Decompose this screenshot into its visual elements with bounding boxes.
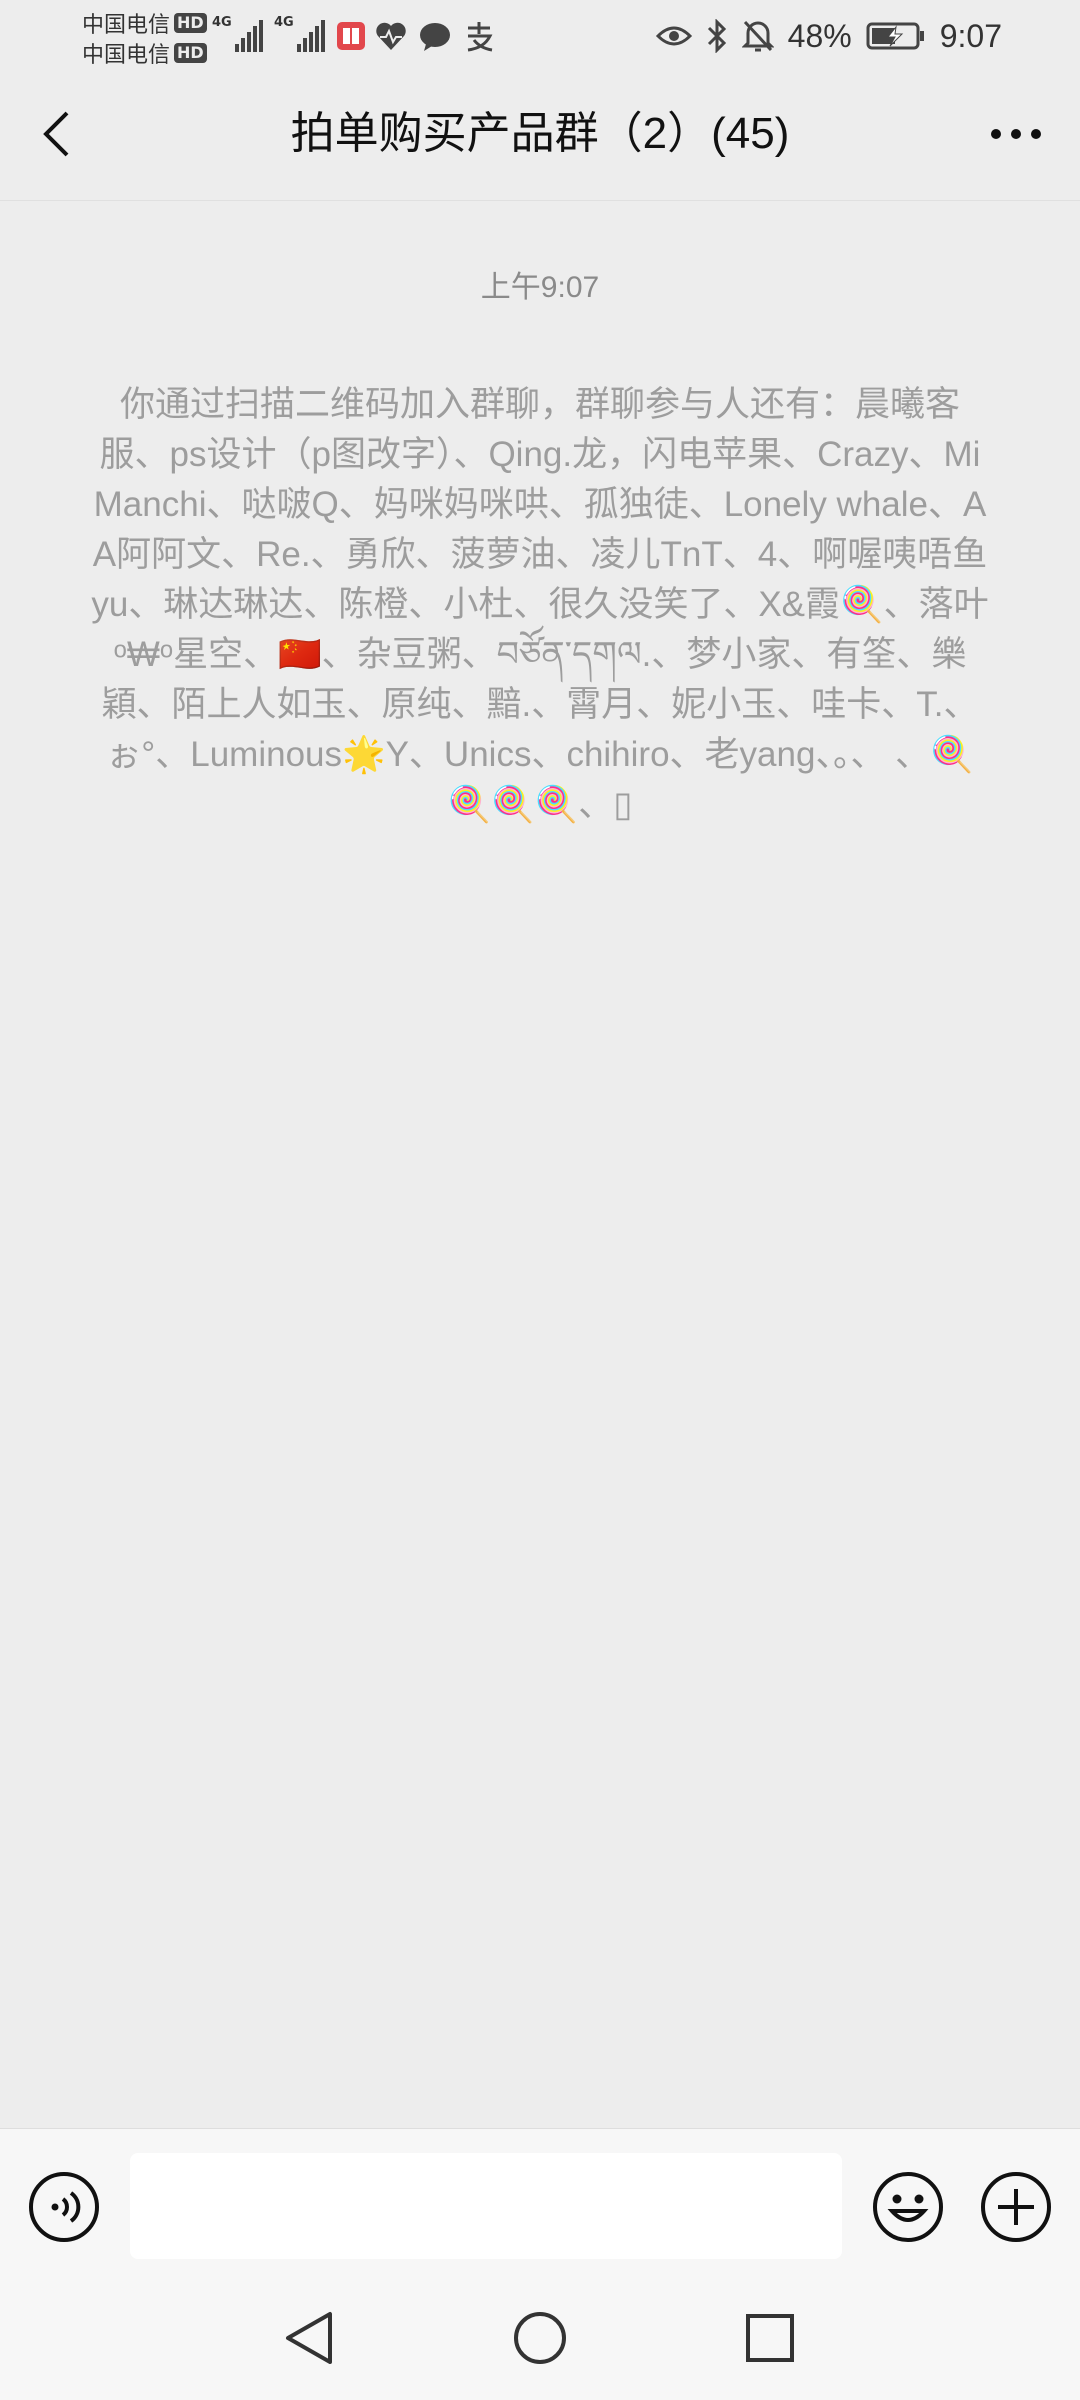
nav-back-icon[interactable] [280, 2308, 340, 2368]
bluetooth-icon [707, 19, 726, 53]
chat-header: 拍单购买产品群（2）(45) [0, 72, 1080, 201]
health-heart-icon [376, 22, 406, 50]
carrier-info: 中国电信 HD 中国电信 HD [82, 8, 232, 68]
back-button[interactable] [24, 102, 88, 166]
carrier-2-label: 中国电信 [82, 43, 171, 68]
emoji-icon[interactable] [872, 2171, 944, 2243]
chevron-left-icon [43, 111, 69, 157]
hd-badge: HD [174, 13, 207, 33]
more-button[interactable] [976, 102, 1056, 166]
message-input[interactable] [130, 2153, 842, 2259]
system-nav-bar [0, 2278, 1080, 2400]
eye-comfort-icon [655, 26, 692, 46]
chat-title: 拍单购买产品群（2）(45) [290, 109, 790, 158]
nav-recent-icon[interactable] [740, 2308, 800, 2368]
chat-bubble-icon [420, 23, 450, 51]
mute-bell-icon [741, 20, 774, 52]
more-horizontal-icon [991, 129, 1041, 139]
chat-input-bar [0, 2128, 1080, 2279]
system-message: 你通过扫描二维码加入群聊，群聊参与人还有：晨曦客服、ps设计（p图改字）、Qin… [91, 385, 989, 824]
plus-icon[interactable] [980, 2171, 1052, 2243]
message-timestamp: 上午9:07 [480, 271, 600, 304]
status-bar: 中国电信 HD 中国电信 HD 4G 4G 48% 9:07 [0, 0, 1080, 72]
nav-home-icon[interactable] [510, 2308, 570, 2368]
battery-charging-icon [866, 22, 924, 50]
hd-badge: HD [174, 43, 207, 63]
carrier-1-label: 中国电信 [82, 13, 171, 38]
status-time: 9:07 [939, 17, 1002, 54]
alipay-icon [467, 22, 493, 52]
signal-2-icon: 4G [274, 16, 327, 52]
book-app-icon [337, 22, 365, 50]
voice-icon[interactable] [28, 2171, 100, 2243]
signal-1-icon: 4G [212, 16, 265, 52]
battery-percent: 48% [787, 17, 852, 54]
